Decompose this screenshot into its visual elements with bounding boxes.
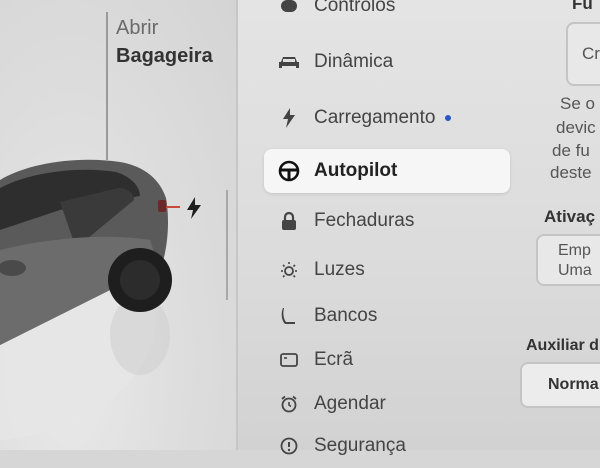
- open-trunk-action: Abrir: [116, 17, 159, 39]
- autopilot-settings-panel: Fu Cr Se o devic de fu deste Ativaç Emp …: [514, 0, 600, 450]
- activation-option-line-1: Emp: [558, 242, 591, 259]
- menu-item-label: Luzes: [314, 259, 365, 280]
- assist-selector-value: Norma: [548, 376, 599, 393]
- car-panel-edge: [226, 190, 228, 300]
- menu-item-label: Agendar: [314, 393, 386, 414]
- car-visualization-panel: Abrir Bagageira: [0, 0, 236, 450]
- menu-item-dinamica[interactable]: Dinâmica: [264, 40, 510, 84]
- menu-item-ecra[interactable]: Ecrã: [264, 338, 510, 382]
- menu-item-carregamento[interactable]: Carregamento: [264, 96, 510, 140]
- assist-selector[interactable]: Norma: [520, 362, 600, 408]
- display-icon: [278, 349, 300, 371]
- feature-button[interactable]: Cr: [566, 22, 600, 86]
- notification-dot: [445, 115, 452, 121]
- menu-item-controlos[interactable]: Controlos: [264, 0, 510, 28]
- trunk-divider: [106, 12, 108, 160]
- feature-button-label: Cr: [582, 44, 600, 63]
- steering-wheel-icon: [278, 160, 300, 182]
- description-line-2: devic: [556, 118, 596, 137]
- activation-title: Ativaç: [544, 207, 596, 226]
- menu-item-agendar[interactable]: Agendar: [264, 382, 510, 426]
- assist-title: Auxiliar d: [526, 337, 599, 354]
- settings-menu: Controlos Dinâmica Carregamento Autopilo…: [238, 0, 514, 456]
- description-line-3: de fu: [552, 141, 590, 160]
- menu-item-label: Ecrã: [314, 349, 354, 370]
- menu-item-label: Dinâmica: [314, 51, 394, 72]
- section-header: Fu: [572, 0, 593, 13]
- menu-item-label: Bancos: [314, 305, 378, 326]
- car-model-image: [0, 159, 172, 440]
- seat-icon: [278, 305, 300, 327]
- menu-item-seguranca[interactable]: Segurança: [264, 424, 510, 468]
- activation-option[interactable]: Emp Uma: [536, 234, 600, 286]
- open-trunk-button[interactable]: Abrir Bagageira: [116, 14, 213, 70]
- description-line-4: deste: [550, 163, 592, 182]
- charge-port-marker: [166, 206, 180, 208]
- lock-icon: [278, 210, 300, 232]
- sun-icon: [278, 259, 300, 281]
- menu-item-label: Fechaduras: [314, 210, 415, 231]
- car-icon: [278, 51, 300, 73]
- menu-item-label: Controlos: [314, 0, 396, 16]
- alarm-clock-icon: [278, 393, 300, 415]
- menu-item-label: Segurança: [314, 435, 406, 456]
- menu-item-luzes[interactable]: Luzes: [264, 248, 510, 292]
- open-trunk-object: Bagageira: [116, 45, 213, 67]
- car-toggle-icon: [278, 0, 300, 17]
- lightning-icon[interactable]: [184, 196, 204, 220]
- description-line-1: Se o: [560, 94, 595, 113]
- menu-item-label: Autopilot: [314, 160, 398, 181]
- menu-item-bancos[interactable]: Bancos: [264, 294, 510, 338]
- menu-item-label: Carregamento: [314, 107, 436, 128]
- lightning-icon: [278, 107, 300, 129]
- info-icon: [278, 435, 300, 457]
- touchscreen: Abrir Bagageira Controlos Dinâmica Carre…: [0, 0, 600, 456]
- menu-item-fechaduras[interactable]: Fechaduras: [264, 199, 510, 243]
- menu-item-autopilot[interactable]: Autopilot: [264, 149, 510, 193]
- activation-option-line-2: Uma: [558, 262, 592, 279]
